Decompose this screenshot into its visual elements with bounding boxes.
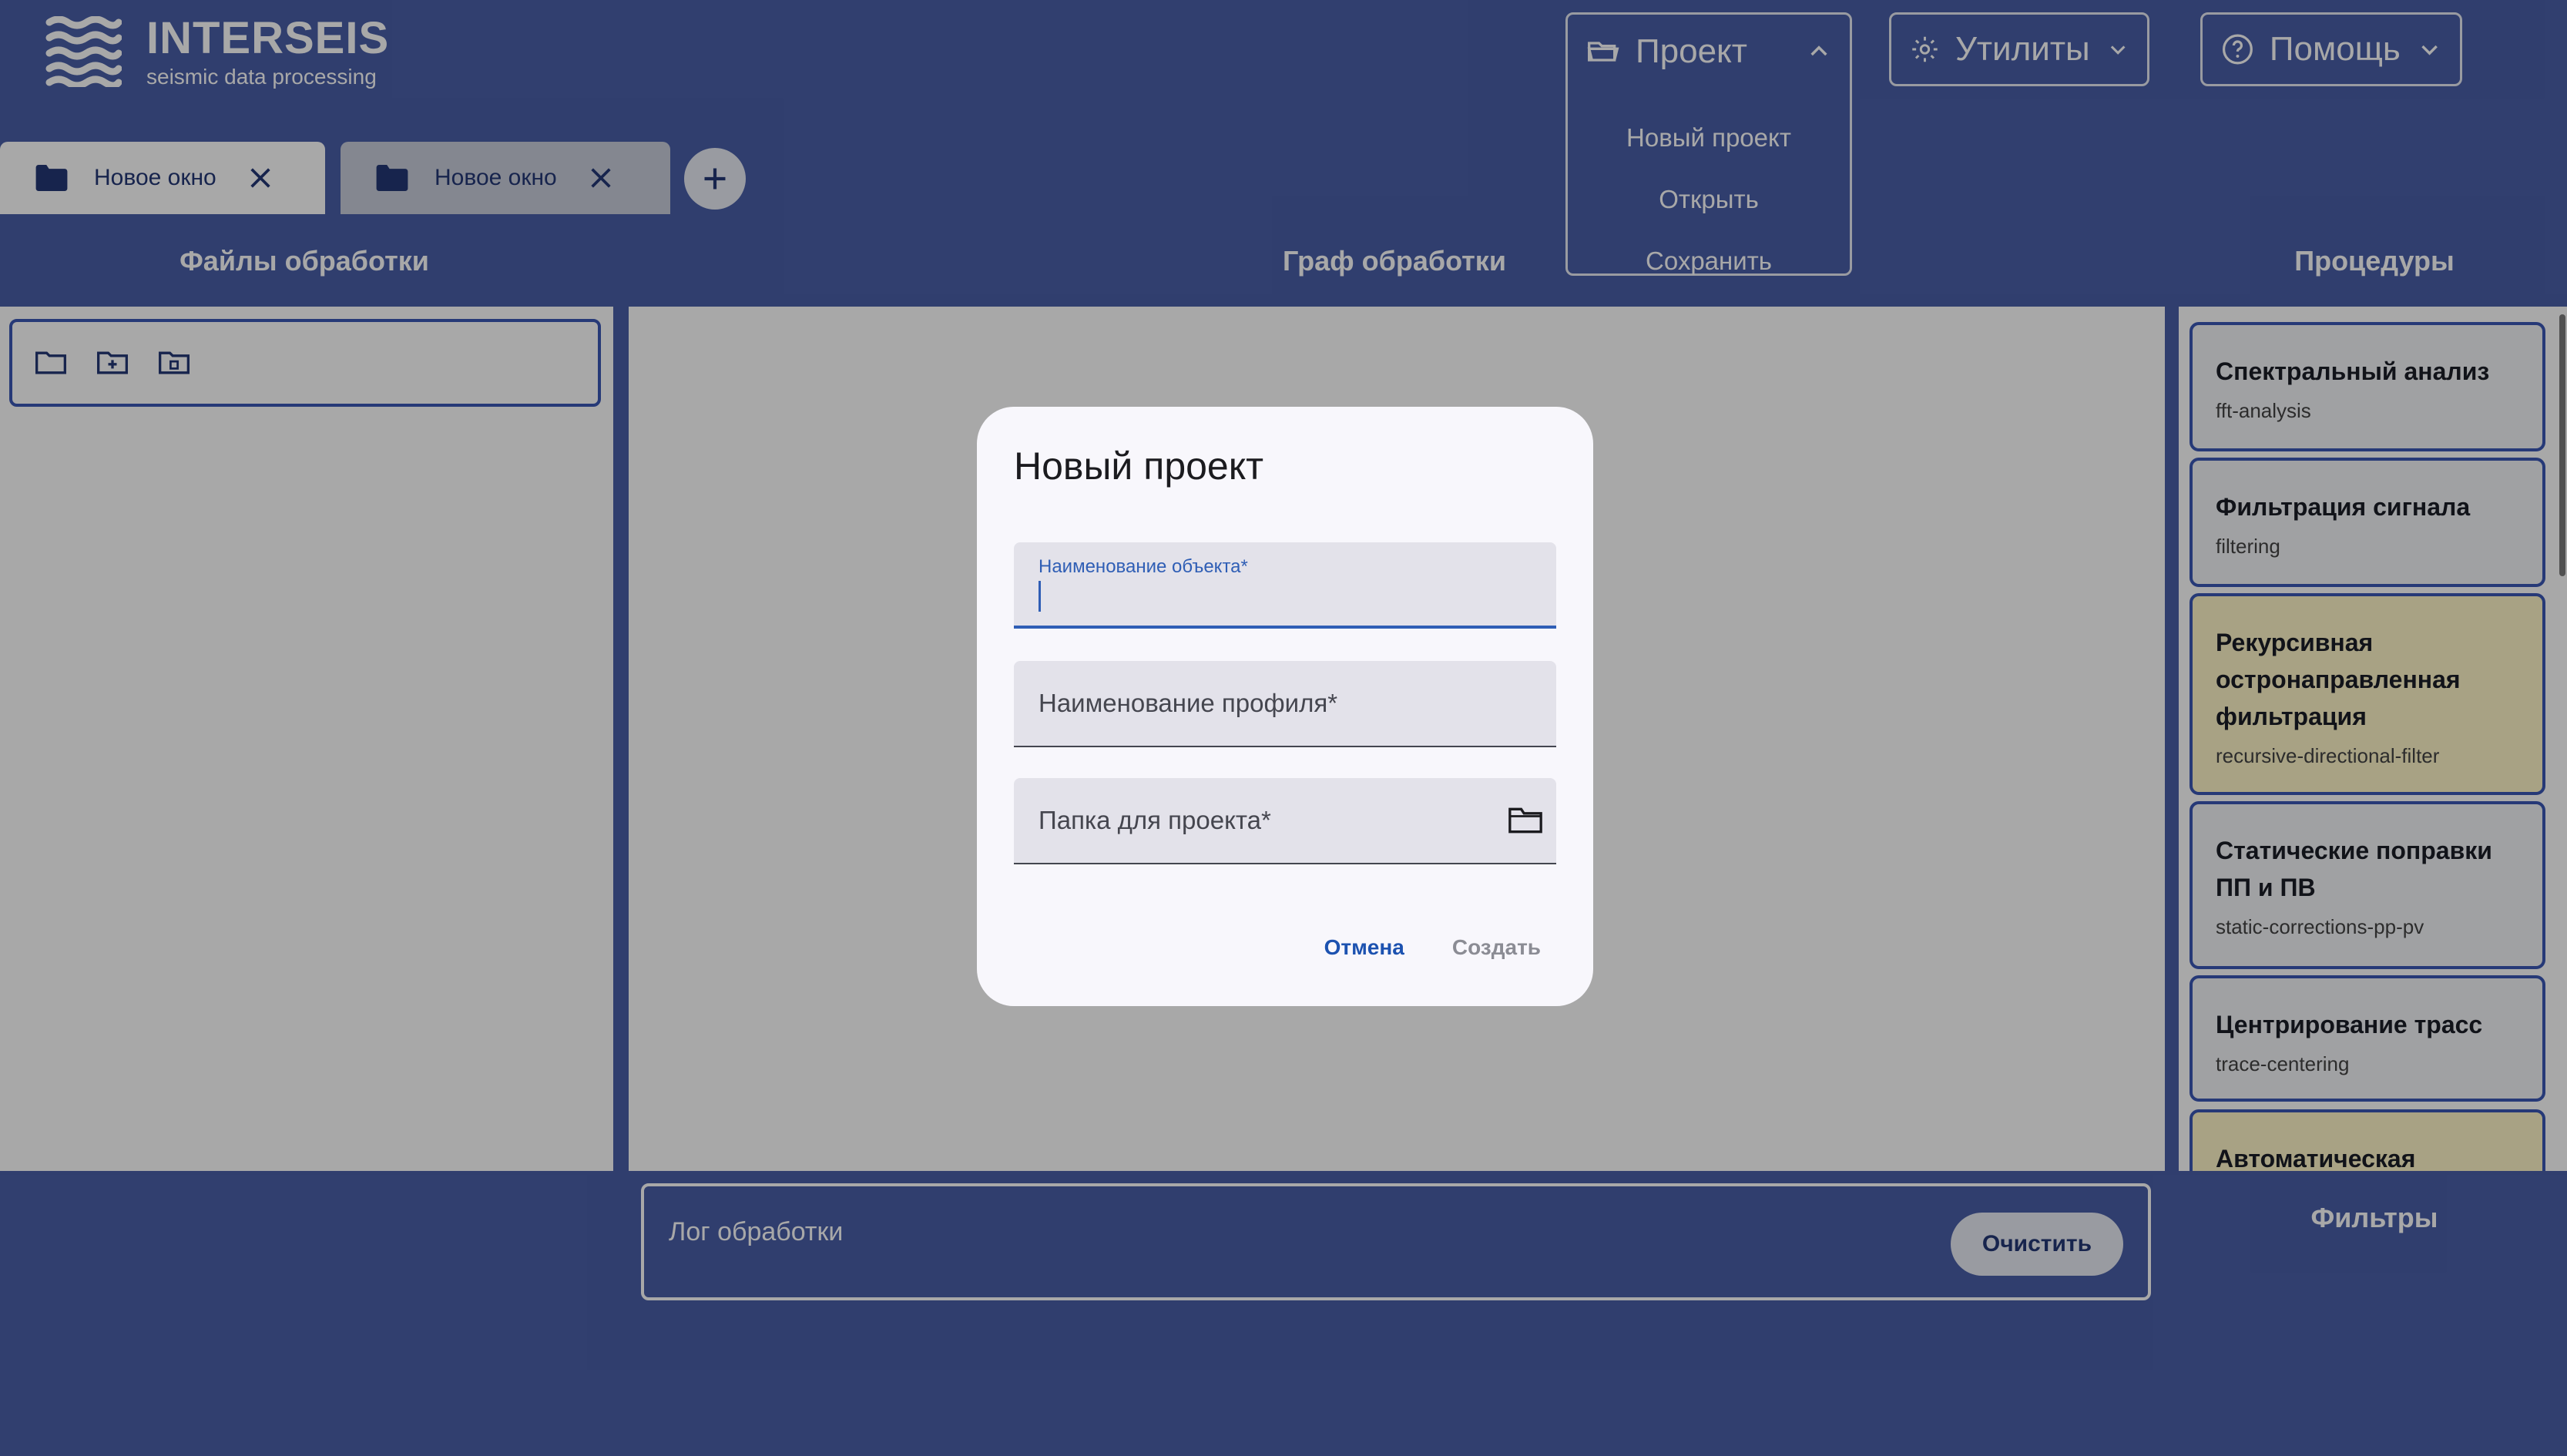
- cancel-button[interactable]: Отмена: [1324, 935, 1404, 960]
- create-button[interactable]: Создать: [1452, 935, 1541, 960]
- dialog-actions: Отмена Создать: [1324, 935, 1541, 960]
- folder-icon[interactable]: [1508, 806, 1542, 835]
- dialog-title: Новый проект: [1014, 445, 1264, 488]
- object-name-label: Наименование объекта*: [1039, 556, 1248, 577]
- text-cursor: [1039, 581, 1041, 612]
- object-name-field[interactable]: Наименование объекта*: [1014, 542, 1556, 629]
- new-project-dialog: Новый проект Наименование объекта* Наиме…: [977, 407, 1593, 1006]
- project-folder-placeholder: Папка для проекта*: [1039, 806, 1271, 834]
- profile-name-placeholder: Наименование профиля*: [1039, 689, 1338, 717]
- profile-name-field[interactable]: Наименование профиля*: [1014, 661, 1556, 747]
- project-folder-field[interactable]: Папка для проекта*: [1014, 778, 1556, 864]
